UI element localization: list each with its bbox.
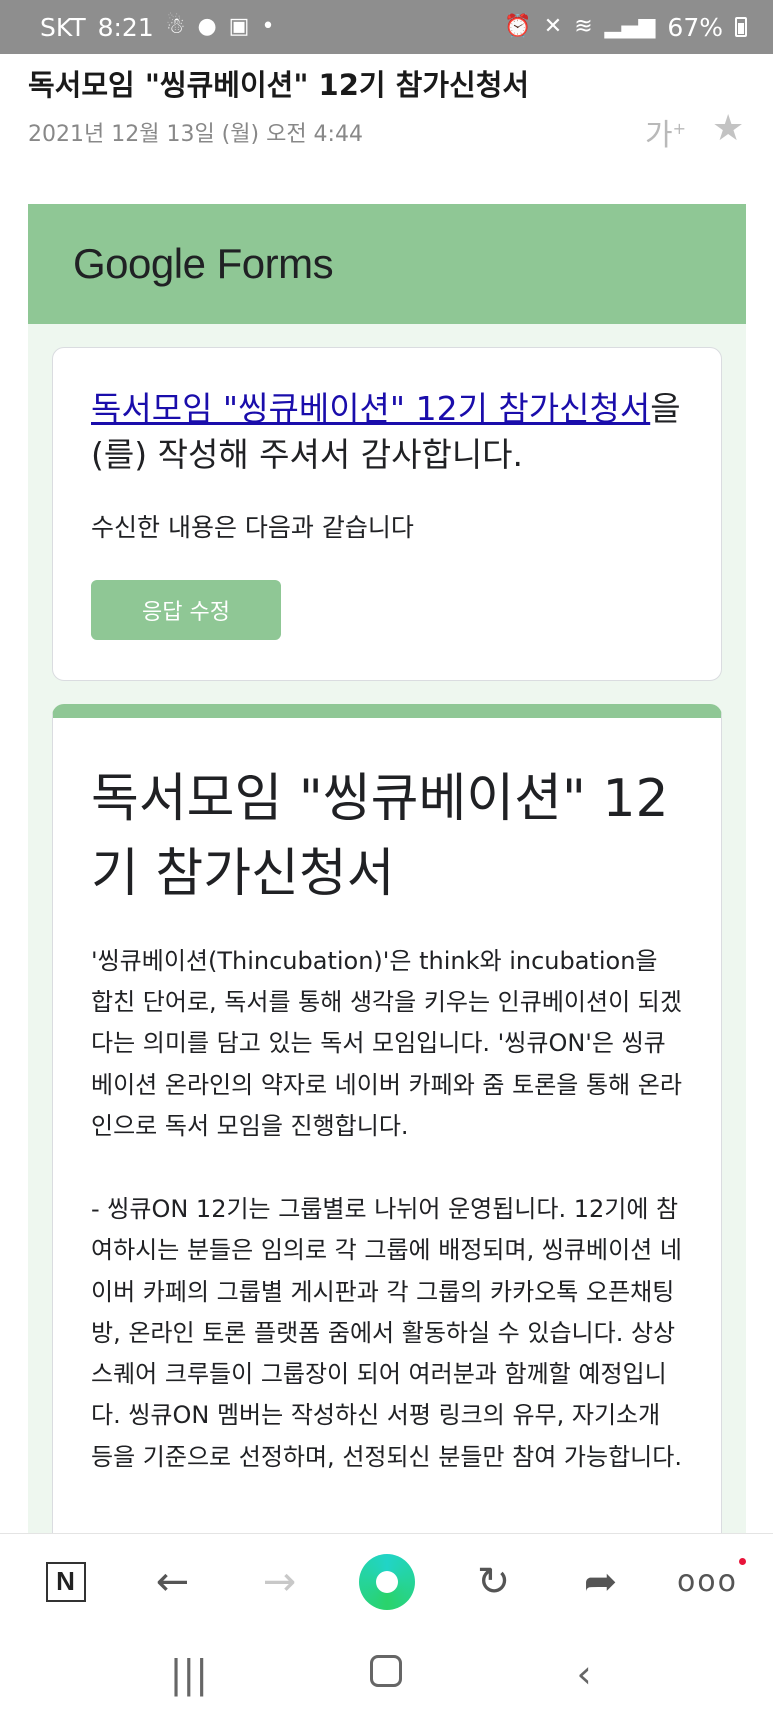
more-button[interactable]: ooo bbox=[673, 1547, 747, 1617]
home-nav-button[interactable] bbox=[346, 1652, 426, 1696]
status-bar: SKT 8:21 ☃ ● ▣ • ⏰ ✕ ≋ ▂▄▆ 67% bbox=[0, 0, 773, 54]
chat-icon: ● bbox=[197, 14, 217, 39]
back-nav-button[interactable]: ‹ bbox=[544, 1652, 624, 1696]
home-square-icon bbox=[370, 1654, 403, 1687]
mute-icon: ✕ bbox=[543, 14, 563, 39]
recent-apps-button[interactable]: ||| bbox=[149, 1652, 229, 1696]
edit-response-button[interactable]: 응답 수정 bbox=[91, 580, 281, 641]
form-card: 독서모임 "씽큐베이션" 12기 참가신청서 '씽큐베이션(Thincubati… bbox=[52, 704, 722, 1604]
received-text: 수신한 내용은 다음과 같습니다 bbox=[91, 513, 414, 543]
naver-icon: N bbox=[45, 1561, 86, 1602]
recent-apps-icon: ||| bbox=[169, 1651, 209, 1696]
signal-icon: ▂▄▆ bbox=[604, 14, 656, 39]
forms-email-body: Google Forms 독서모임 "씽큐베이션" 12기 참가신청서을(를) … bbox=[28, 204, 746, 1604]
alarm-icon: ⏰ bbox=[504, 14, 532, 39]
mail-date: 2021년 12월 13일 (월) 오전 4:44 bbox=[28, 122, 363, 147]
status-left: SKT 8:21 ☃ ● ▣ • bbox=[40, 13, 274, 42]
home-icon bbox=[358, 1553, 415, 1610]
arrow-left-icon: ← bbox=[155, 1558, 190, 1605]
share-icon: ➦ bbox=[583, 1558, 618, 1605]
battery-icon bbox=[735, 17, 747, 37]
font-size-icon[interactable]: 가+ bbox=[645, 110, 686, 154]
font-size-glyph: 가 bbox=[645, 118, 673, 153]
notification-icon: ☃ bbox=[165, 14, 186, 39]
form-title-link[interactable]: 독서모임 "씽큐베이션" 12기 참가신청서 bbox=[91, 389, 650, 428]
battery-level: 67% bbox=[667, 12, 723, 42]
form-description-groups: - 씽큐ON 12기는 그룹별로 나뉘어 운영됩니다. 12기에 참여하시는 분… bbox=[91, 1195, 682, 1471]
form-title: 독서모임 "씽큐베이션" 12기 참가신청서 bbox=[91, 769, 669, 905]
refresh-button[interactable]: ↻ bbox=[459, 1547, 529, 1617]
more-icon: ooo bbox=[676, 1558, 747, 1599]
status-right: ⏰ ✕ ≋ ▂▄▆ 67% bbox=[504, 13, 747, 42]
plus-icon: + bbox=[672, 119, 687, 138]
thanks-card: 독서모임 "씽큐베이션" 12기 참가신청서을(를) 작성해 주셔서 감사합니다… bbox=[52, 347, 722, 681]
back-button[interactable]: ← bbox=[138, 1547, 208, 1617]
wifi-icon: ≋ bbox=[574, 14, 593, 39]
thanks-message: 독서모임 "씽큐베이션" 12기 참가신청서을(를) 작성해 주셔서 감사합니다… bbox=[91, 386, 683, 478]
browser-toolbar: N ← → ↻ ➦ ooo bbox=[0, 1533, 773, 1629]
form-description-intro: '씽큐베이션(Thincubation)'은 think와 incubation… bbox=[91, 946, 682, 1140]
forms-banner: Google Forms bbox=[28, 204, 746, 324]
more-glyph: ooo bbox=[676, 1564, 739, 1599]
home-button[interactable] bbox=[352, 1547, 422, 1617]
arrow-right-icon: → bbox=[262, 1558, 297, 1605]
more-notifications-icon: • bbox=[261, 14, 275, 39]
naver-button[interactable]: N bbox=[31, 1547, 101, 1617]
chevron-left-icon: ‹ bbox=[576, 1651, 592, 1696]
clock-time: 8:21 bbox=[97, 12, 154, 42]
star-icon[interactable]: ★ bbox=[712, 108, 744, 149]
forward-button[interactable]: → bbox=[245, 1547, 315, 1617]
refresh-icon: ↻ bbox=[476, 1558, 511, 1605]
app-icon: ▣ bbox=[228, 14, 250, 39]
google-forms-logo: Google Forms bbox=[73, 240, 334, 287]
share-button[interactable]: ➦ bbox=[566, 1547, 636, 1617]
mail-subject: 독서모임 "씽큐베이션" 12기 참가신청서 bbox=[28, 68, 530, 102]
carrier-label: SKT bbox=[40, 12, 86, 42]
badge-dot-icon bbox=[739, 1558, 747, 1565]
system-navigation-bar: ||| ‹ bbox=[0, 1629, 773, 1718]
